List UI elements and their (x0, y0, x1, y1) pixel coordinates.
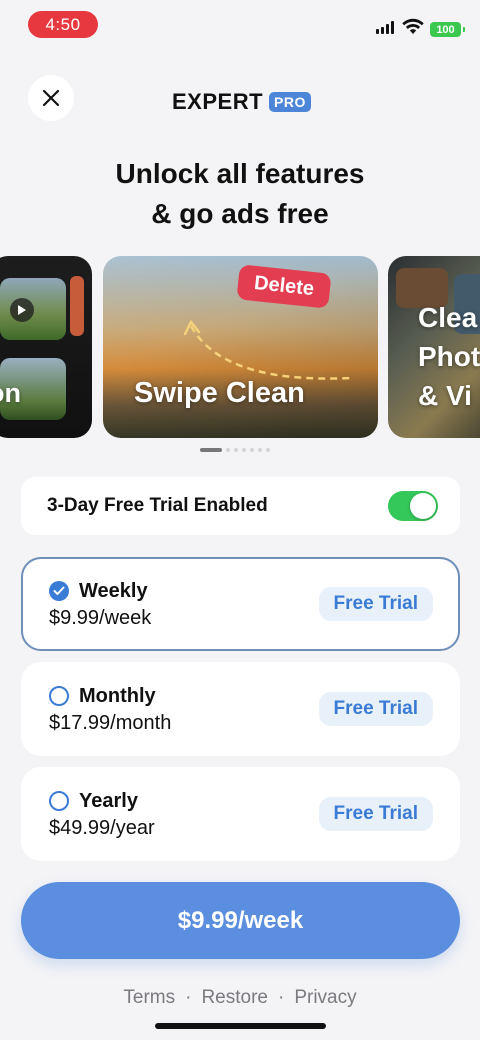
carousel-card-label: Clea Phot & Vi (418, 298, 480, 415)
brand-logo: EXPERT PRO (172, 89, 311, 115)
footer-separator: · (277, 987, 285, 1008)
card-label-line: Phot (418, 341, 480, 372)
page-dot (266, 448, 270, 452)
plan-name: Yearly (79, 790, 138, 812)
terms-link[interactable]: Terms (123, 987, 175, 1009)
radio-unchecked-icon (49, 791, 69, 811)
plan-option-yearly[interactable]: Yearly $49.99/year Free Trial (21, 767, 460, 861)
swipe-arc-icon (183, 319, 352, 380)
free-trial-row: 3-Day Free Trial Enabled (21, 477, 460, 535)
close-button[interactable] (28, 75, 74, 121)
footer-links: Terms · Restore · Privacy (0, 987, 480, 1009)
plan-name: Weekly (79, 580, 148, 602)
home-indicator[interactable] (155, 1023, 326, 1029)
restore-link[interactable]: Restore (201, 987, 268, 1009)
close-icon (42, 89, 60, 107)
page-dot (258, 448, 262, 452)
free-trial-label: 3-Day Free Trial Enabled (47, 495, 268, 516)
page-dot (226, 448, 230, 452)
free-trial-badge: Free Trial (318, 692, 433, 726)
plan-name: Monthly (79, 685, 156, 707)
carousel-card-swipe-clean[interactable]: Delete Swipe Clean (103, 256, 378, 438)
carousel-card-label: on (0, 378, 21, 408)
brand-name: EXPERT (172, 89, 264, 114)
carousel-card-previous[interactable]: on (0, 256, 92, 438)
card-label-line: Clea (418, 302, 478, 333)
status-time: 4:50 (28, 11, 98, 38)
carousel-card-label: Swipe Clean (134, 377, 305, 409)
footer-separator: · (185, 987, 192, 1008)
plan-price: $9.99/week (49, 607, 152, 629)
card-label-line: & Vi (418, 380, 472, 411)
page-dot-active (200, 448, 222, 452)
page-dot (242, 448, 246, 452)
privacy-link[interactable]: Privacy (294, 987, 356, 1009)
wifi-icon (402, 18, 424, 34)
subscribe-button[interactable]: $9.99/week (21, 882, 460, 959)
status-bar: 4:50 100 (0, 0, 480, 50)
free-trial-badge: Free Trial (318, 797, 433, 831)
page-dot (234, 448, 238, 452)
radio-checked-icon (49, 581, 69, 601)
battery-icon: 100 (430, 22, 465, 37)
pro-badge: PRO (269, 92, 311, 112)
cellular-signal-icon (376, 20, 394, 34)
page-dot (250, 448, 254, 452)
play-icon (10, 298, 34, 322)
free-trial-toggle[interactable] (388, 491, 438, 521)
toggle-knob (410, 493, 436, 519)
free-trial-badge: Free Trial (318, 587, 433, 621)
title-line-2: & go ads free (151, 198, 329, 229)
title-line-1: Unlock all features (115, 158, 365, 189)
plan-price: $49.99/year (49, 817, 155, 839)
page-title: Unlock all features & go ads free (0, 154, 480, 234)
plan-option-weekly[interactable]: Weekly $9.99/week Free Trial (21, 557, 460, 651)
video-thumbnail (0, 278, 66, 340)
carousel-card-next[interactable]: Clea Phot & Vi (388, 256, 480, 438)
plan-price: $17.99/month (49, 712, 172, 734)
carousel-page-indicator[interactable] (200, 448, 270, 452)
thumbnail-edge (70, 276, 84, 336)
plan-option-monthly[interactable]: Monthly $17.99/month Free Trial (21, 662, 460, 756)
radio-unchecked-icon (49, 686, 69, 706)
